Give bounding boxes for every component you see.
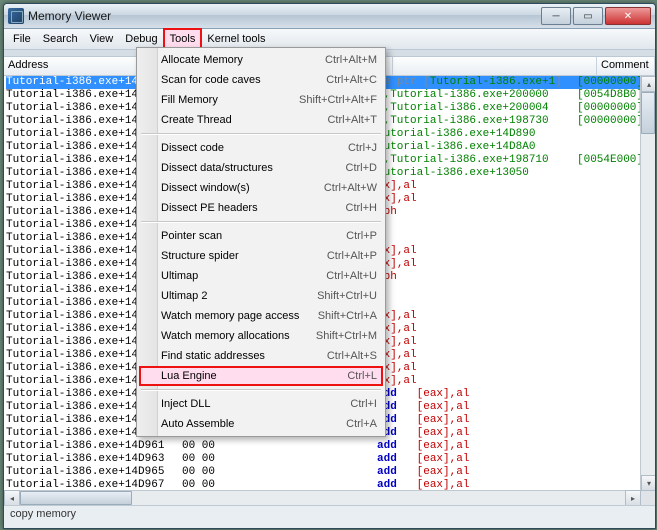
- menu-item-label: Watch memory page access: [161, 310, 318, 322]
- menu-item-shortcut: Ctrl+D: [346, 162, 377, 174]
- menu-view[interactable]: View: [84, 29, 120, 49]
- menu-item-dissect-code[interactable]: Dissect codeCtrl+J: [139, 138, 383, 158]
- maximize-button[interactable]: ▭: [573, 7, 603, 25]
- menu-item-label: Dissect window(s): [161, 182, 324, 194]
- menu-separator: [141, 221, 381, 223]
- menu-item-scan-for-code-caves[interactable]: Scan for code cavesCtrl+Alt+C: [139, 70, 383, 90]
- menu-item-label: Watch memory allocations: [161, 330, 316, 342]
- menu-item-dissect-data-structures[interactable]: Dissect data/structuresCtrl+D: [139, 158, 383, 178]
- minimize-button[interactable]: ─: [541, 7, 571, 25]
- menu-item-shortcut: Ctrl+Alt+S: [327, 350, 377, 362]
- menu-item-label: Lua Engine: [161, 370, 347, 382]
- menu-item-pointer-scan[interactable]: Pointer scanCtrl+P: [139, 226, 383, 246]
- scroll-right-button[interactable]: ▸: [625, 490, 641, 505]
- menu-item-inject-dll[interactable]: Inject DLLCtrl+I: [139, 394, 383, 414]
- menu-item-label: Allocate Memory: [161, 54, 325, 66]
- disasm-row[interactable]: Tutorial-i386.exe+14D96500 00add [eax],a…: [6, 466, 653, 479]
- menu-item-label: Scan for code caves: [161, 74, 326, 86]
- scroll-thumb-v[interactable]: [641, 92, 655, 134]
- menu-item-label: Structure spider: [161, 250, 327, 262]
- menu-tools[interactable]: Tools: [164, 29, 202, 49]
- scroll-up-button[interactable]: ▴: [641, 76, 655, 92]
- scroll-corner: [641, 491, 655, 505]
- header-opcode[interactable]: [393, 57, 597, 75]
- status-bar: copy memory: [4, 505, 655, 528]
- menu-item-watch-memory-allocations[interactable]: Watch memory allocationsShift+Ctrl+M: [139, 326, 383, 346]
- window-title: Memory Viewer: [28, 9, 541, 23]
- menu-item-shortcut: Ctrl+A: [346, 418, 377, 430]
- menu-item-allocate-memory[interactable]: Allocate MemoryCtrl+Alt+M: [139, 50, 383, 70]
- menu-item-shortcut: Shift+Ctrl+A: [318, 310, 377, 322]
- header-comment[interactable]: Comment: [597, 57, 655, 75]
- menu-item-label: Dissect PE headers: [161, 202, 346, 214]
- titlebar[interactable]: Memory Viewer ─ ▭ ✕: [4, 4, 655, 29]
- menu-item-label: Auto Assemble: [161, 418, 346, 430]
- close-button[interactable]: ✕: [605, 7, 651, 25]
- menu-item-label: Create Thread: [161, 114, 327, 126]
- menu-item-label: Ultimap 2: [161, 290, 317, 302]
- scroll-thumb-h[interactable]: [20, 491, 132, 505]
- menu-item-find-static-addresses[interactable]: Find static addressesCtrl+Alt+S: [139, 346, 383, 366]
- menu-item-ultimap[interactable]: UltimapCtrl+Alt+U: [139, 266, 383, 286]
- menu-separator: [141, 389, 381, 391]
- menu-item-shortcut: Ctrl+Alt+M: [325, 54, 377, 66]
- menu-item-label: Find static addresses: [161, 350, 327, 362]
- menu-item-shortcut: Ctrl+H: [346, 202, 377, 214]
- horizontal-scrollbar[interactable]: ◂ ▸: [4, 490, 641, 505]
- disasm-row[interactable]: Tutorial-i386.exe+14D96100 00add [eax],a…: [6, 440, 653, 453]
- menu-item-shortcut: Shift+Ctrl+M: [316, 330, 377, 342]
- menu-item-fill-memory[interactable]: Fill MemoryShift+Ctrl+Alt+F: [139, 90, 383, 110]
- menu-debug[interactable]: Debug: [119, 29, 163, 49]
- menu-item-shortcut: Ctrl+Alt+U: [326, 270, 377, 282]
- menu-file[interactable]: File: [7, 29, 37, 49]
- menu-item-shortcut: Ctrl+P: [346, 230, 377, 242]
- menu-separator: [141, 133, 381, 135]
- menu-item-structure-spider[interactable]: Structure spiderCtrl+Alt+P: [139, 246, 383, 266]
- menu-item-label: Pointer scan: [161, 230, 346, 242]
- disasm-row[interactable]: Tutorial-i386.exe+14D96300 00add [eax],a…: [6, 453, 653, 466]
- menu-item-label: Fill Memory: [161, 94, 299, 106]
- menu-item-label: Ultimap: [161, 270, 326, 282]
- app-icon: [8, 8, 24, 24]
- menu-item-ultimap-2[interactable]: Ultimap 2Shift+Ctrl+U: [139, 286, 383, 306]
- menu-item-label: Inject DLL: [161, 398, 350, 410]
- tools-dropdown: Allocate MemoryCtrl+Alt+MScan for code c…: [136, 47, 386, 437]
- menu-item-shortcut: Ctrl+Alt+T: [327, 114, 377, 126]
- menu-item-shortcut: Ctrl+J: [348, 142, 377, 154]
- menu-item-watch-memory-page-access[interactable]: Watch memory page accessShift+Ctrl+A: [139, 306, 383, 326]
- vertical-scrollbar[interactable]: ▴ ▾: [640, 76, 655, 491]
- menu-item-shortcut: Ctrl+Alt+P: [327, 250, 377, 262]
- menu-item-shortcut: Shift+Ctrl+Alt+F: [299, 94, 377, 106]
- menu-item-dissect-window-s-[interactable]: Dissect window(s)Ctrl+Alt+W: [139, 178, 383, 198]
- scroll-down-button[interactable]: ▾: [641, 475, 655, 491]
- menu-item-label: Dissect data/structures: [161, 162, 346, 174]
- menu-item-shortcut: Ctrl+Alt+W: [324, 182, 377, 194]
- menu-item-auto-assemble[interactable]: Auto AssembleCtrl+A: [139, 414, 383, 434]
- menu-search[interactable]: Search: [37, 29, 84, 49]
- menu-item-shortcut: Ctrl+L: [347, 370, 377, 382]
- scroll-left-button[interactable]: ◂: [4, 490, 20, 505]
- menu-item-label: Dissect code: [161, 142, 348, 154]
- menu-item-shortcut: Ctrl+I: [350, 398, 377, 410]
- menu-item-dissect-pe-headers[interactable]: Dissect PE headersCtrl+H: [139, 198, 383, 218]
- menu-item-create-thread[interactable]: Create ThreadCtrl+Alt+T: [139, 110, 383, 130]
- menu-kernel-tools[interactable]: Kernel tools: [201, 29, 271, 49]
- menu-item-shortcut: Shift+Ctrl+U: [317, 290, 377, 302]
- menu-item-shortcut: Ctrl+Alt+C: [326, 74, 377, 86]
- menu-item-lua-engine[interactable]: Lua EngineCtrl+L: [139, 366, 383, 386]
